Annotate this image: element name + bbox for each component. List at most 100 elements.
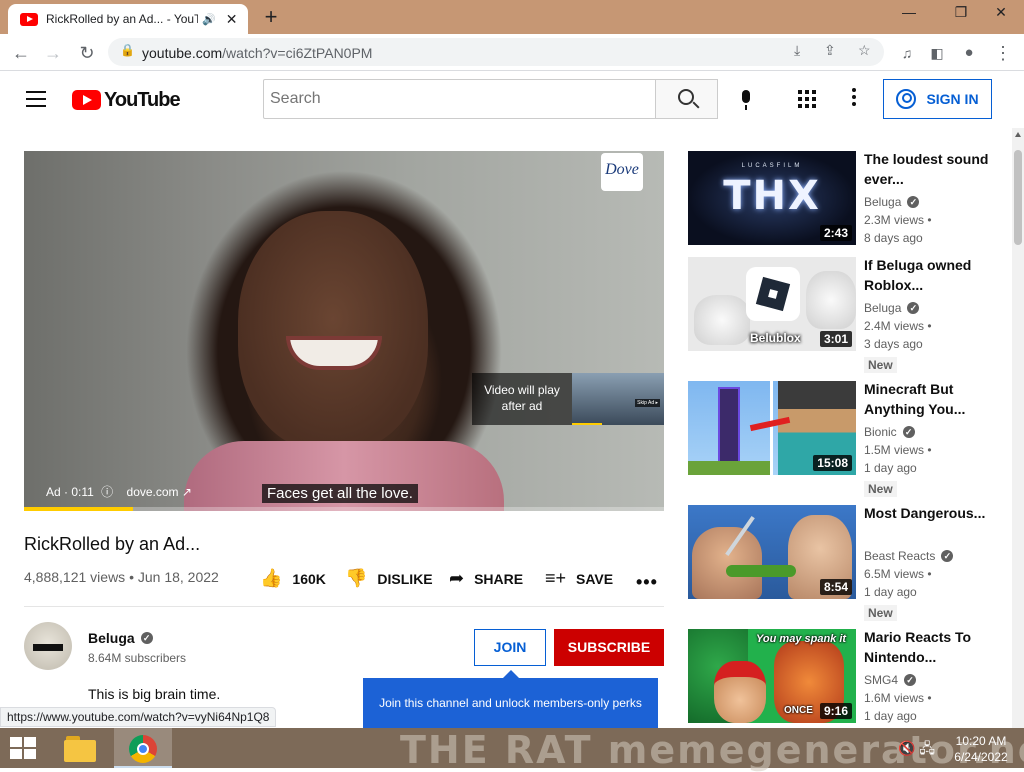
video-player[interactable]: Dove Video will play after ad Skip Ad ▸ …: [24, 151, 664, 511]
taskbar-clock[interactable]: 10:20 AM 6/24/2022: [948, 733, 1014, 765]
video-caption: Faces get all the love.: [262, 484, 418, 503]
new-badge: New: [864, 605, 897, 621]
save-label: SAVE: [576, 570, 614, 587]
lock-icon[interactable]: 🔒: [120, 43, 135, 57]
youtube-favicon-icon: [20, 12, 38, 26]
search-input[interactable]: [263, 79, 656, 119]
page-scrollbar[interactable]: [1012, 128, 1024, 728]
windows-start-icon[interactable]: [10, 737, 38, 759]
reload-icon[interactable]: ↻: [74, 40, 100, 66]
account-icon: [896, 89, 917, 109]
next-video-thumbnail: Skip Ad ▸: [572, 373, 664, 425]
close-tab-button[interactable]: ✕: [226, 11, 238, 28]
chrome-taskbar-button[interactable]: [114, 728, 172, 768]
channel-name-row[interactable]: Beluga ✓: [88, 630, 153, 646]
external-link-icon[interactable]: ↗: [182, 485, 192, 499]
menu-hamburger-icon[interactable]: [26, 91, 46, 107]
duration-badge: 8:54: [819, 579, 852, 595]
video-thumbnail[interactable]: LUCASFILM THX 2:43: [688, 151, 856, 245]
youtube-logo[interactable]: YouTube: [72, 89, 181, 111]
recommendation-title[interactable]: Minecraft But Anything You...: [864, 379, 994, 419]
duration-badge: 2:43: [819, 225, 852, 241]
profile-icon[interactable]: ●: [956, 40, 982, 66]
like-button[interactable]: 👍 160K: [260, 568, 326, 589]
new-tab-button[interactable]: +: [258, 4, 284, 30]
more-actions-button[interactable]: •••: [636, 572, 658, 593]
duration-badge: 15:08: [813, 455, 852, 471]
dislike-button[interactable]: 👎 DISLIKE: [345, 568, 433, 589]
ad-url-link[interactable]: dove.com: [127, 485, 179, 499]
youtube-play-icon: [72, 90, 101, 110]
clock-date: 6/24/2022: [954, 750, 1008, 764]
subscribe-button[interactable]: SUBSCRIBE: [554, 629, 664, 666]
ad-progress-fill: [24, 507, 133, 511]
ad-info-icon[interactable]: ⓘ: [101, 485, 113, 499]
recommendation-item[interactable]: You may spank it ONCE 9:16 Mario Reacts …: [688, 629, 1008, 723]
sign-in-button[interactable]: SIGN IN: [883, 79, 992, 119]
save-button[interactable]: ≡+ SAVE: [545, 568, 613, 589]
video-thumbnail[interactable]: You may spank it ONCE 9:16: [688, 629, 856, 723]
sign-in-label: SIGN IN: [926, 91, 979, 107]
like-count: 160K: [292, 570, 326, 587]
upload-age: 1 day ago: [864, 585, 917, 599]
system-tray-icons[interactable]: 🔇 🖧: [898, 738, 935, 762]
recommendation-title[interactable]: If Beluga owned Roblox...: [864, 255, 994, 295]
ad-progress-bar[interactable]: [24, 507, 664, 511]
video-will-play-preview[interactable]: Video will play after ad Skip Ad ▸: [472, 373, 664, 425]
recommendation-item[interactable]: LUCASFILM THX 2:43 The loudest sound eve…: [688, 151, 1008, 245]
recommendation-item[interactable]: 8:54 Most Dangerous... Beast Reacts ✓ 6.5…: [688, 503, 1008, 621]
microphone-icon[interactable]: [735, 89, 759, 113]
channel-name[interactable]: Beluga: [88, 630, 135, 646]
skip-ad-label[interactable]: Skip Ad ▸: [635, 399, 660, 407]
scroll-up-arrow-icon[interactable]: [1015, 132, 1021, 137]
side-panel-icon[interactable]: ◧: [924, 40, 950, 66]
bookmark-star-icon[interactable]: ☆: [858, 42, 871, 59]
install-icon[interactable]: ⤓: [794, 42, 800, 59]
duration-badge: 3:01: [819, 331, 852, 347]
forward-icon[interactable]: →: [40, 40, 66, 66]
video-thumbnail[interactable]: 15:08: [688, 381, 856, 475]
browser-menu-icon[interactable]: ⋮: [990, 40, 1016, 66]
recommendation-title[interactable]: Mario Reacts To Nintendo...: [864, 627, 994, 667]
verified-check-icon: ✓: [904, 674, 917, 686]
speaker-icon[interactable]: 🔊: [202, 13, 216, 26]
recommendation-channel: Beluga ✓: [864, 301, 920, 315]
thumbnail-text: You may spank it: [756, 633, 847, 645]
verified-check-icon: ✓: [907, 196, 920, 208]
advertiser-logo[interactable]: Dove: [601, 153, 643, 191]
recommendation-channel: Bionic ✓: [864, 425, 915, 439]
video-title: RickRolled by an Ad...: [24, 534, 201, 554]
video-thumbnail[interactable]: Belublox 3:01: [688, 257, 856, 351]
settings-more-icon[interactable]: [852, 88, 856, 108]
view-count: 1.6M views •: [864, 691, 932, 705]
address-bar[interactable]: 🔒 youtube.com/watch?v=ci6ZtPAN0PM ⤓ ⇪ ☆: [108, 38, 884, 66]
minimize-button[interactable]: —: [886, 0, 932, 30]
video-thumbnail[interactable]: 8:54: [688, 505, 856, 599]
thumbs-down-icon: 👎: [345, 568, 368, 588]
recommendation-item[interactable]: Belublox 3:01 If Beluga owned Roblox... …: [688, 255, 1008, 373]
apps-grid-icon[interactable]: [798, 90, 816, 108]
upload-age: 8 days ago: [864, 231, 923, 245]
recommendation-title[interactable]: Most Dangerous...: [864, 503, 994, 523]
recommendation-title[interactable]: The loudest sound ever...: [864, 149, 994, 189]
recommendation-item[interactable]: 15:08 Minecraft But Anything You... Bion…: [688, 379, 1008, 497]
channel-name: Beluga: [864, 195, 902, 209]
media-control-icon[interactable]: ♫: [894, 40, 920, 66]
file-explorer-icon[interactable]: [64, 734, 96, 762]
close-window-button[interactable]: ✕: [978, 0, 1024, 30]
channel-avatar[interactable]: [24, 622, 72, 670]
join-button[interactable]: JOIN: [474, 629, 546, 666]
search-button[interactable]: [655, 79, 718, 119]
back-icon[interactable]: ←: [8, 40, 34, 66]
upload-age: 3 days ago: [864, 337, 923, 351]
channel-name: Bionic: [864, 425, 897, 439]
browser-tab[interactable]: RickRolled by an Ad... - YouT 🔊 ✕: [8, 4, 248, 34]
share-button[interactable]: ➦ SHARE: [449, 568, 523, 589]
clock-time: 10:20 AM: [955, 734, 1007, 748]
view-count: 2.3M views •: [864, 213, 932, 227]
tab-title: RickRolled by an Ad... - YouT: [46, 12, 198, 26]
share-page-icon[interactable]: ⇪: [824, 42, 836, 59]
scrollbar-thumb[interactable]: [1014, 150, 1022, 245]
channel-name: SMG4: [864, 673, 899, 687]
video-will-play-text: Video will play after ad: [484, 383, 560, 413]
